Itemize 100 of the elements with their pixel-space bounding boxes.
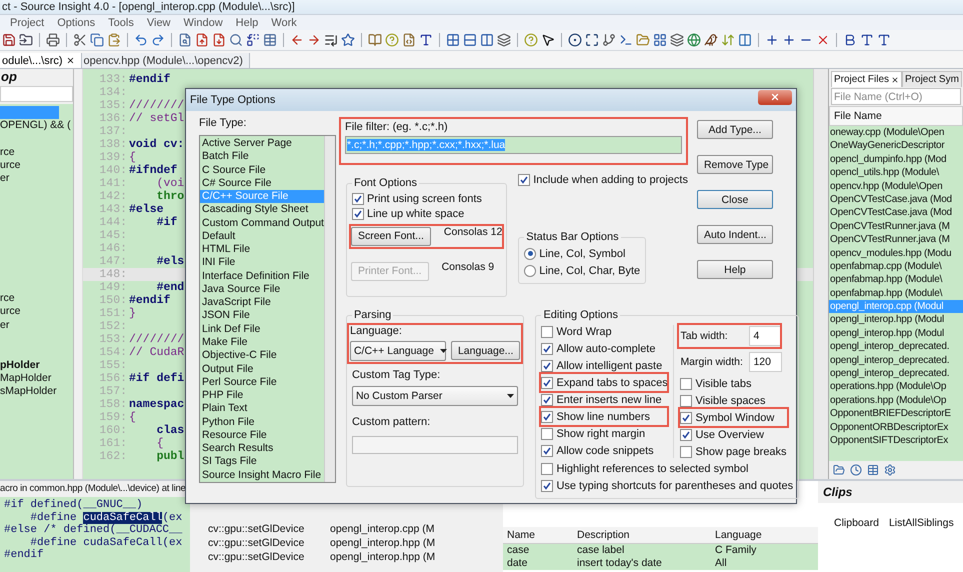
- dialog-button[interactable]: Auto Indent...: [696, 225, 773, 244]
- dialog-button[interactable]: Remove Type: [696, 155, 773, 174]
- list-item[interactable]: Batch File: [200, 150, 324, 164]
- file-item[interactable]: OpponentBRIEFDescriptorE: [829, 407, 963, 421]
- radio-button[interactable]: [524, 248, 536, 260]
- symbol-item[interactable]: OPENGL) && (: [0, 119, 71, 133]
- file-tab[interactable]: opencv.hpp (Module\...\opencv2): [82, 53, 250, 68]
- clock-icon[interactable]: [850, 464, 862, 476]
- list-item[interactable]: C Source File: [200, 164, 324, 177]
- branch-icon[interactable]: [602, 33, 616, 47]
- file-item[interactable]: OpenCVTestCase.java (Mod: [829, 192, 963, 206]
- delete-icon[interactable]: [816, 33, 830, 47]
- clip-item[interactable]: Clipboard: [834, 517, 879, 572]
- file-item[interactable]: OpenCVTestRunner.java (M: [829, 233, 963, 247]
- cut-icon[interactable]: [73, 33, 87, 47]
- menu-item[interactable]: Window: [184, 16, 223, 28]
- layout-icon[interactable]: [653, 33, 667, 47]
- radio-button[interactable]: [524, 264, 536, 276]
- symbol-name[interactable]: cv::gpu::setGlDevice: [208, 537, 326, 549]
- rows-icon[interactable]: [463, 33, 477, 47]
- windows-icon[interactable]: [497, 33, 511, 47]
- settings-icon[interactable]: [884, 464, 896, 476]
- dialog-button[interactable]: Help: [696, 260, 773, 279]
- file-search-icon[interactable]: [178, 33, 192, 47]
- input-field[interactable]: [352, 436, 518, 454]
- pointer-icon[interactable]: [541, 33, 555, 47]
- list-item[interactable]: Source Insight Macro File: [200, 468, 324, 482]
- book-icon[interactable]: [368, 33, 382, 47]
- print-icon[interactable]: [46, 33, 60, 47]
- font-button[interactable]: Screen Font...: [350, 226, 431, 246]
- list-item[interactable]: Perl Source File: [200, 376, 324, 390]
- checkbox[interactable]: [680, 378, 692, 390]
- checkbox[interactable]: [541, 480, 554, 492]
- language-dropdown[interactable]: C/C++ Language: [350, 341, 446, 361]
- symbol-item[interactable]: rce: [0, 292, 59, 306]
- column-header[interactable]: Language: [715, 527, 818, 543]
- redo-icon[interactable]: [151, 33, 165, 47]
- list-item[interactable]: HTML File: [200, 243, 324, 256]
- checkbox[interactable]: [680, 446, 692, 458]
- checkbox[interactable]: [541, 376, 554, 388]
- scrollbar[interactable]: [813, 69, 828, 479]
- columns-icon[interactable]: [738, 33, 752, 47]
- checkbox[interactable]: [680, 412, 692, 424]
- file-item[interactable]: openfabmap.hpp (Module\: [829, 273, 963, 287]
- file-item[interactable]: operations.hpp (Module\Op: [829, 380, 963, 394]
- checkbox[interactable]: [680, 394, 692, 406]
- list-item[interactable]: SI Tags File: [200, 455, 324, 469]
- letter-icon[interactable]: [843, 33, 857, 47]
- table-icon[interactable]: [263, 33, 277, 47]
- star-icon[interactable]: [341, 33, 355, 47]
- list-item[interactable]: Link Def File: [200, 322, 324, 336]
- terminal-icon[interactable]: [619, 33, 633, 47]
- plus-icon[interactable]: [765, 33, 779, 47]
- checkbox[interactable]: [541, 394, 554, 406]
- checkbox[interactable]: [680, 428, 692, 440]
- letter-icon[interactable]: [860, 33, 874, 47]
- tag-dropdown[interactable]: No Custom Parser: [352, 386, 518, 406]
- checkbox[interactable]: [541, 326, 554, 338]
- code-file-icon[interactable]: [402, 33, 416, 47]
- frame-icon[interactable]: [585, 33, 599, 47]
- columns-icon[interactable]: [480, 33, 494, 47]
- menu-item[interactable]: Project: [10, 16, 44, 28]
- list-item[interactable]: Cascading Style Sheet: [200, 203, 324, 217]
- list-item[interactable]: C# Source File: [200, 176, 324, 190]
- file-item[interactable]: opengl_interop_deprecated.: [829, 367, 963, 380]
- checkbox[interactable]: [541, 410, 554, 422]
- file-item[interactable]: OneWayGenericDescriptor: [829, 139, 963, 153]
- list-item[interactable]: Search Results: [200, 442, 324, 456]
- replace-icon[interactable]: [246, 33, 260, 47]
- checkbox[interactable]: [541, 444, 554, 456]
- list-item[interactable]: Interface Definition File: [200, 270, 324, 283]
- list-item[interactable]: INI File: [200, 256, 324, 270]
- file-item[interactable]: opencv_modules.hpp (Modu: [829, 246, 963, 260]
- panel-tab[interactable]: Project Sym: [902, 71, 962, 87]
- column-header[interactable]: Name: [507, 527, 577, 543]
- symbol-item[interactable]: MapHolder: [0, 372, 59, 386]
- folder-icon[interactable]: [636, 33, 650, 47]
- symbol-item[interactable]: er: [0, 172, 59, 186]
- menu-item[interactable]: Work: [271, 16, 297, 28]
- symbol-item[interactable]: rce: [0, 146, 59, 160]
- file-item[interactable]: OpponentSIFTDescriptorEx: [829, 434, 963, 448]
- list-item[interactable]: Default: [200, 230, 324, 244]
- windows-icon[interactable]: [670, 33, 684, 47]
- file-item[interactable]: OpenCVTestCase.java (Mod: [829, 206, 963, 220]
- folder-icon[interactable]: [833, 464, 845, 476]
- list-item[interactable]: Custom Command Output: [200, 216, 324, 230]
- search-icon[interactable]: [229, 33, 243, 47]
- symbol-item[interactable]: urce: [0, 305, 59, 319]
- close-icon[interactable]: [891, 76, 900, 84]
- clip-item[interactable]: ListAllSiblings: [888, 517, 954, 572]
- search-field[interactable]: File Name (Ctrl+O): [831, 88, 961, 105]
- file-item[interactable]: opengl_interop_deprecated.: [829, 354, 963, 368]
- list-item[interactable]: Java Source File: [200, 282, 324, 296]
- list-item[interactable]: JSON File: [200, 309, 324, 323]
- list-item[interactable]: Active Server Page: [200, 137, 324, 150]
- paste-icon[interactable]: [107, 33, 121, 47]
- close-icon[interactable]: [66, 56, 75, 65]
- menu-item[interactable]: Tools: [108, 16, 134, 28]
- save-icon[interactable]: [2, 33, 16, 47]
- file-item[interactable]: openfabmap.cpp (Module\: [829, 260, 963, 274]
